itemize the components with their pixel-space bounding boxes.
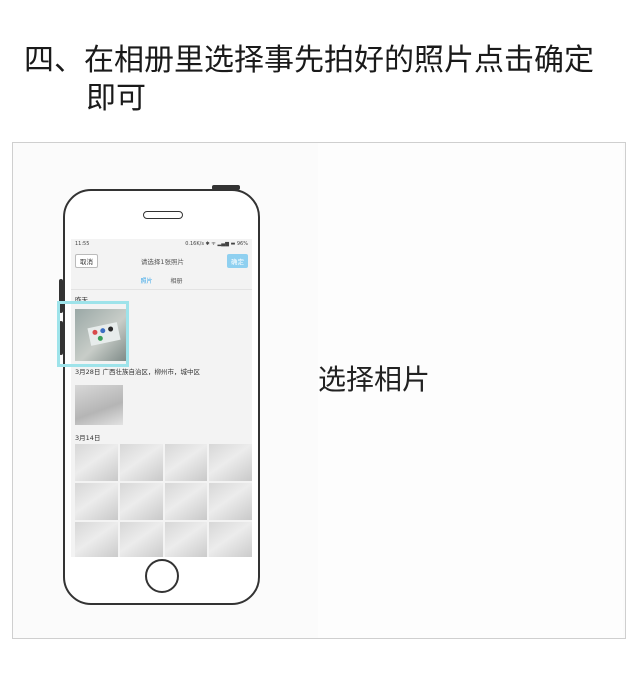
photo-thumbnail[interactable] — [75, 444, 118, 481]
illustration-frame: 选择相片 11:55 0.16K/s ✱ ᯤ ▂▄▆ ▬ 96% 取消 请选择1… — [12, 142, 626, 639]
photo-thumbnail[interactable] — [75, 522, 118, 557]
status-bar: 11:55 0.16K/s ✱ ᯤ ▂▄▆ ▬ 96% — [71, 239, 252, 251]
photo-thumbnail[interactable] — [209, 444, 252, 481]
photo-thumbnail[interactable] — [119, 444, 163, 481]
status-time: 11:55 — [75, 241, 90, 247]
tab-photos[interactable]: 照片 — [140, 276, 152, 285]
picker-title: 请选择1张照片 — [140, 258, 185, 266]
phone-outline: 11:55 0.16K/s ✱ ᯤ ▂▄▆ ▬ 96% 取消 请选择1张照片 确… — [59, 185, 260, 605]
photo-thumbnail[interactable] — [119, 522, 163, 557]
status-indicators: 0.16K/s ✱ ᯤ ▂▄▆ ▬ 96% — [185, 241, 248, 247]
power-button — [212, 185, 240, 190]
phone-screen: 11:55 0.16K/s ✱ ᯤ ▂▄▆ ▬ 96% 取消 请选择1张照片 确… — [71, 239, 252, 557]
picker-navbar: 取消 请选择1张照片 确定 — [71, 251, 252, 271]
photo-grid — [75, 444, 252, 557]
photo-thumbnail[interactable] — [209, 522, 252, 557]
section-date-label: 3月14日 — [75, 434, 101, 442]
caption-text: 选择相片 — [318, 363, 431, 396]
cancel-button[interactable]: 取消 — [75, 254, 98, 268]
photo-thumbnail[interactable] — [75, 483, 118, 520]
step-title: 四、在相册里选择事先拍好的照片点击确定 即可 — [24, 42, 624, 118]
photo-thumbnail[interactable] — [209, 483, 252, 520]
home-button — [145, 559, 179, 593]
photo-thumbnail[interactable] — [164, 522, 208, 557]
confirm-button[interactable]: 确定 — [226, 254, 248, 268]
earpiece-speaker — [143, 211, 183, 219]
picker-tabs: 照片 相册 — [71, 271, 252, 290]
selection-highlight — [57, 301, 129, 367]
step-title-line2: 即可 — [86, 81, 146, 116]
tab-albums[interactable]: 相册 — [171, 276, 183, 285]
photo-thumbnail[interactable] — [164, 483, 208, 520]
photo-thumbnail[interactable] — [75, 385, 123, 425]
step-title-line1: 四、在相册里选择事先拍好的照片点击确定 — [24, 43, 594, 78]
photo-thumbnail[interactable] — [164, 444, 208, 481]
photo-thumbnail[interactable] — [119, 483, 163, 520]
